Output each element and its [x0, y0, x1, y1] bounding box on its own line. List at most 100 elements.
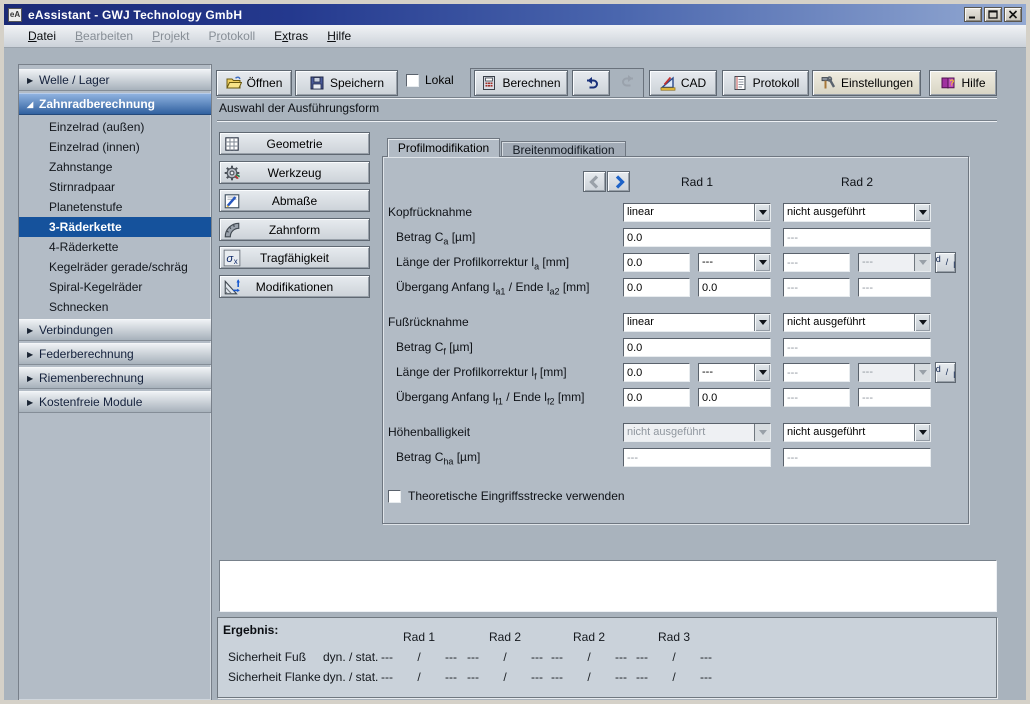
- undo-button[interactable]: [572, 70, 610, 96]
- local-checkbox[interactable]: [406, 74, 419, 87]
- laenge-lf-rad1-select-1[interactable]: ---: [698, 363, 771, 382]
- minimize-button[interactable]: [964, 7, 982, 22]
- theoretical-line-label: Theoretische Eingriffsstrecke verwenden: [408, 489, 625, 503]
- betrag-cha-rad1-fields: [623, 448, 771, 467]
- sidebar-section-welle-lager[interactable]: ▶Welle / Lager: [19, 69, 211, 91]
- abmaße-button[interactable]: Abmaße: [219, 189, 370, 212]
- laenge-la-rad2-fields: ---: [783, 253, 932, 272]
- betrag-cf-rad1-fields: [623, 338, 771, 357]
- redo-button: [617, 73, 641, 89]
- uebergang-f-rad1-input[interactable]: [623, 388, 690, 407]
- kopfruecknahme-rad1-select[interactable]: linear: [623, 203, 771, 222]
- form-row-laenge-lf: Länge der Profilkorrektur lf [mm]------d…: [383, 363, 968, 382]
- sidebar-section-zahnradberechnung[interactable]: ◢Zahnradberechnung: [19, 93, 211, 115]
- sidebar-section-federberechnung[interactable]: ▶Federberechnung: [19, 343, 211, 365]
- calculate-button-label: Berechnen: [502, 76, 560, 90]
- form-row-betrag-cha: Betrag Cha [µm]: [383, 448, 968, 467]
- help-book-icon: [940, 75, 956, 91]
- menu-extras[interactable]: Extras: [274, 29, 308, 43]
- result-value: ---/---: [551, 670, 627, 684]
- protocol-button[interactable]: Protokoll: [722, 70, 809, 96]
- category-button-label: Werkzeug: [220, 166, 369, 180]
- kopfruecknahme-rad2-select[interactable]: nicht ausgeführt: [783, 203, 931, 222]
- sidebar-section-riemenberechnung[interactable]: ▶Riemenberechnung: [19, 367, 211, 389]
- sidebar-section-label: Riemenberechnung: [39, 371, 144, 385]
- calculate-button[interactable]: Berechnen: [474, 70, 568, 96]
- select-value: ---: [699, 254, 754, 271]
- sidebar-section-verbindungen[interactable]: ▶Verbindungen: [19, 319, 211, 341]
- uebergang-f-rad1-input-1[interactable]: [698, 388, 771, 407]
- category-button-label: Abmaße: [220, 194, 369, 208]
- sidebar-item-schnecken[interactable]: Schnecken: [19, 297, 211, 317]
- sidebar-section-label: Zahnradberechnung: [39, 97, 155, 111]
- betrag-ca-rad1-input[interactable]: [623, 228, 771, 247]
- sidebar-section-label: Welle / Lager: [39, 73, 109, 87]
- fussruecknahme-rad1-select[interactable]: linear: [623, 313, 771, 332]
- open-button[interactable]: Öffnen: [216, 70, 292, 96]
- tools-icon: [820, 75, 836, 91]
- menu-datei[interactable]: Datei: [28, 29, 56, 43]
- uebergang-a-rad1-input-1[interactable]: [698, 278, 771, 297]
- fussruecknahme-rad2-select[interactable]: nicht ausgeführt: [783, 313, 931, 332]
- form-row-betrag-ca: Betrag Ca [µm]: [383, 228, 968, 247]
- cad-button[interactable]: CAD: [649, 70, 717, 96]
- menu-projekt: Projekt: [152, 29, 189, 43]
- save-button[interactable]: Speichern: [295, 70, 398, 96]
- betrag-cf-rad1-input[interactable]: [623, 338, 771, 357]
- page-title: Auswahl der Ausführungsform: [219, 101, 379, 115]
- save-button-label: Speichern: [330, 76, 384, 90]
- uebergang-a-rad1-input[interactable]: [623, 278, 690, 297]
- diameter-length-toggle-button[interactable]: d/l: [935, 362, 956, 383]
- category-button-label: Geometrie: [220, 137, 369, 151]
- gear-icon: [223, 164, 241, 182]
- geometrie-button[interactable]: Geometrie: [219, 132, 370, 155]
- settings-button[interactable]: Einstellungen: [812, 70, 921, 96]
- form-row-fussruecknahme: Fußrücknahmelinearnicht ausgeführt: [383, 313, 968, 332]
- theoretical-line-row: Theoretische Eingriffsstrecke verwenden: [388, 489, 625, 503]
- title-bar: eA eAssistant - GWJ Technology GmbH: [4, 4, 1026, 25]
- dropdown-arrow-icon: [754, 364, 770, 381]
- sidebar-item-einzelrad-außen[interactable]: Einzelrad (außen): [19, 117, 211, 137]
- theoretical-line-checkbox[interactable]: [388, 490, 401, 503]
- column-header-rad1: Rad 1: [623, 175, 771, 189]
- collapsed-arrow-icon: ▶: [27, 326, 39, 335]
- laenge-la-rad1-select-1[interactable]: ---: [698, 253, 771, 272]
- sidebar-item-kegelräder-gerade-schräg[interactable]: Kegelräder gerade/schräg: [19, 257, 211, 277]
- message-area: [219, 560, 997, 612]
- local-checkbox-group: Lokal: [406, 73, 454, 87]
- menu-hilfe[interactable]: Hilfe: [327, 29, 351, 43]
- werkzeug-button[interactable]: Werkzeug: [219, 161, 370, 184]
- dropdown-arrow-icon: [914, 314, 930, 331]
- sidebar-section-kostenfreie-module[interactable]: ▶Kostenfreie Module: [19, 391, 211, 413]
- row-label-hoehenballigkeit: Höhenballigkeit: [388, 423, 620, 442]
- hoehenballigkeit-rad2-select[interactable]: nicht ausgeführt: [783, 423, 931, 442]
- help-button[interactable]: Hilfe: [929, 70, 997, 96]
- laenge-la-rad1-input[interactable]: [623, 253, 690, 272]
- sidebar-item-einzelrad-innen[interactable]: Einzelrad (innen): [19, 137, 211, 157]
- modifikationen-button[interactable]: Modifikationen: [219, 275, 370, 298]
- zahnform-button[interactable]: Zahnform: [219, 218, 370, 241]
- dropdown-arrow-icon: [754, 254, 770, 271]
- tab-profilmodifikation[interactable]: Profilmodifikation: [387, 138, 500, 157]
- sidebar-item-3-räderkette[interactable]: 3-Räderkette: [19, 217, 211, 237]
- row-label-betrag-cf: Betrag Cf [µm]: [396, 338, 628, 361]
- sidebar-item-stirnradpaar[interactable]: Stirnradpaar: [19, 177, 211, 197]
- tab-breitenmodifikation[interactable]: Breitenmodifikation: [501, 141, 626, 157]
- tragfähigkeit-button[interactable]: Tragfähigkeit: [219, 246, 370, 269]
- sidebar-item-4-räderkette[interactable]: 4-Räderkette: [19, 237, 211, 257]
- sidebar-item-spiral-kegelräder[interactable]: Spiral-Kegelräder: [19, 277, 211, 297]
- uebergang-f-rad2-fields: [783, 388, 932, 407]
- chevron-left-icon: [587, 174, 603, 190]
- collapsed-arrow-icon: ▶: [27, 374, 39, 383]
- sidebar-item-planetenstufe[interactable]: Planetenstufe: [19, 197, 211, 217]
- laenge-lf-rad1-input[interactable]: [623, 363, 690, 382]
- result-value: ---/---: [467, 650, 543, 664]
- maximize-button[interactable]: [984, 7, 1002, 22]
- close-button[interactable]: [1004, 7, 1022, 22]
- sidebar-item-zahnstange[interactable]: Zahnstange: [19, 157, 211, 177]
- calculator-icon: [481, 75, 497, 91]
- diameter-length-toggle-button[interactable]: d/l: [935, 252, 956, 273]
- undo-icon: [583, 75, 599, 91]
- betrag-cha-rad2-fields: [783, 448, 932, 467]
- laenge-lf-rad2-input: [783, 363, 850, 382]
